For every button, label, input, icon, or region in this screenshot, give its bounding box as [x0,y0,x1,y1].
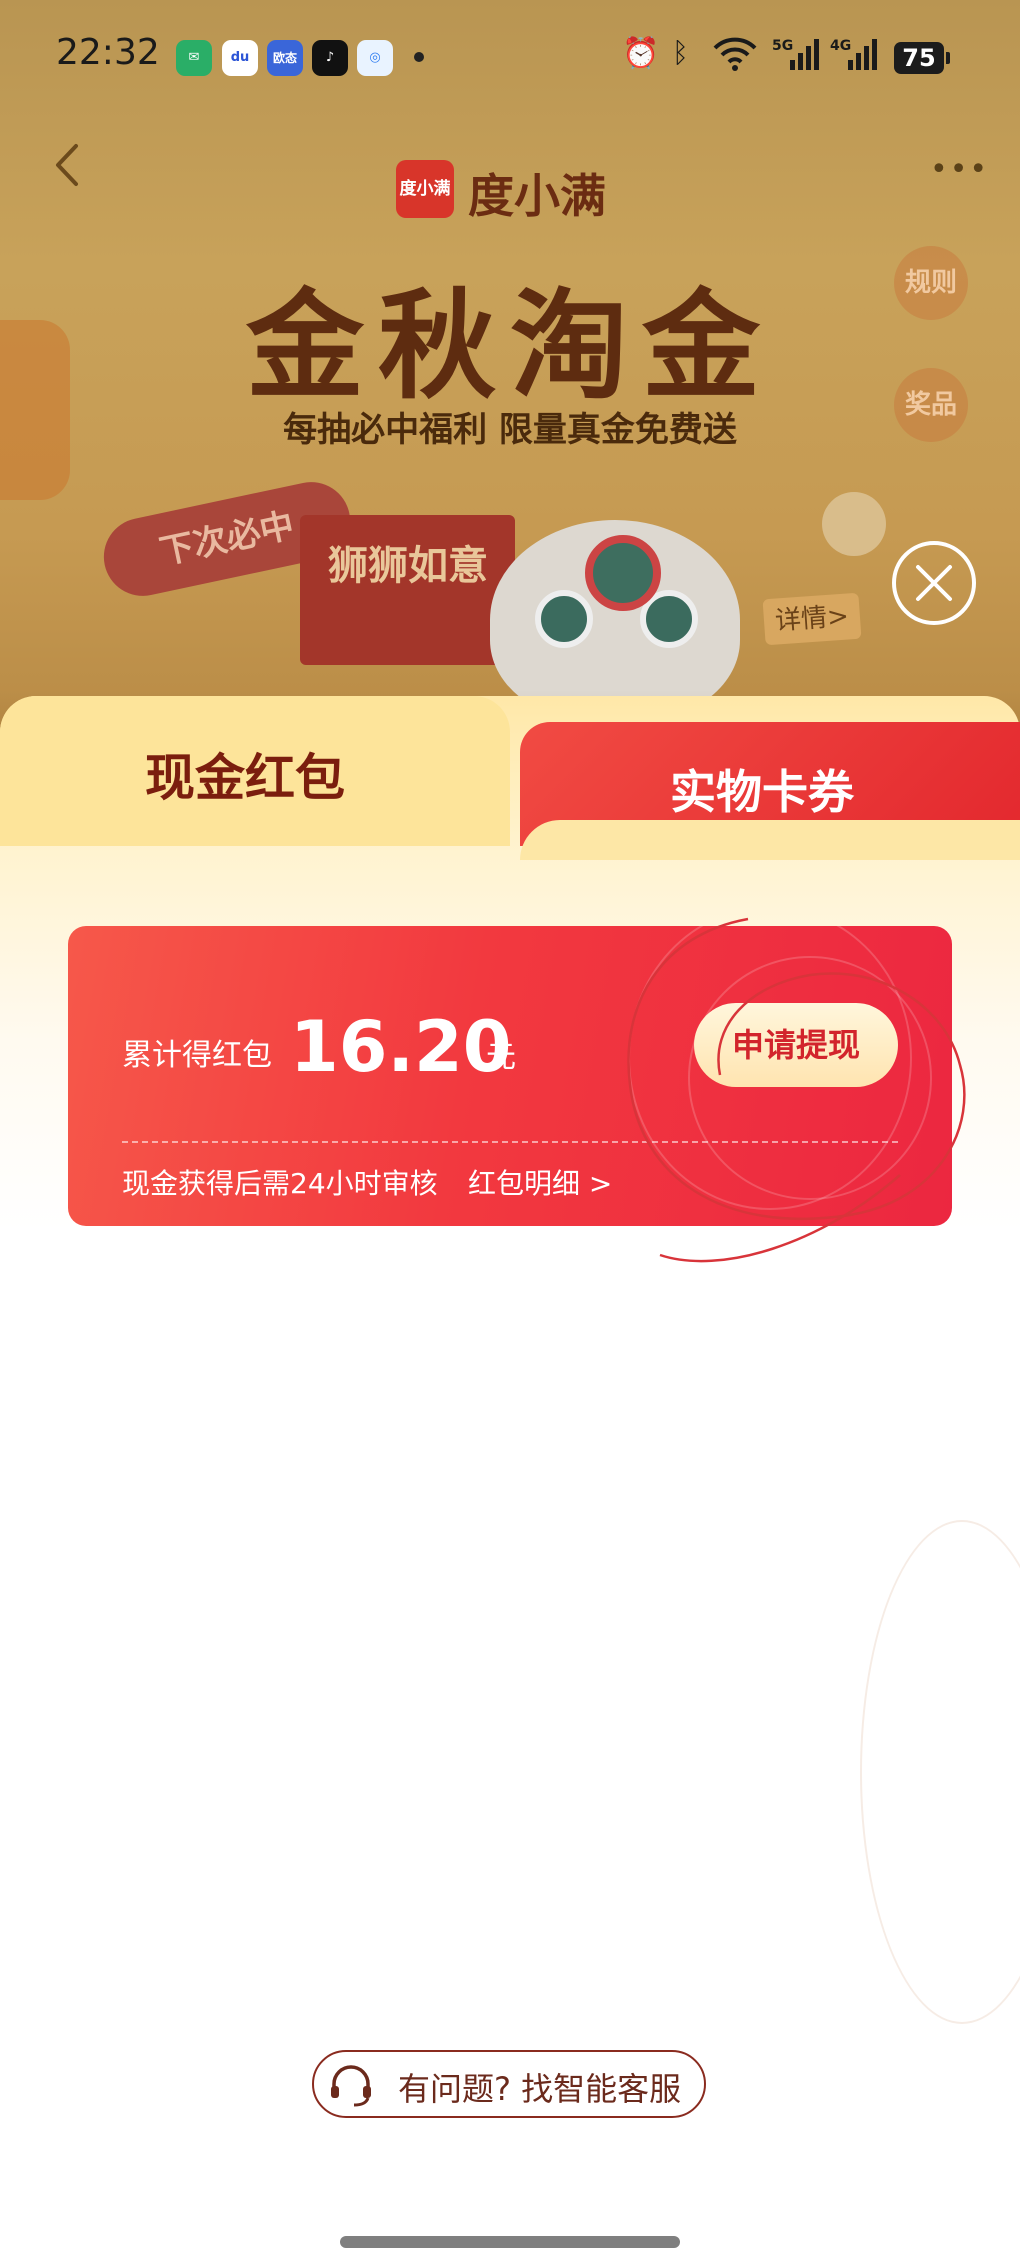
back-button[interactable] [48,140,88,190]
bluetooth-icon: ᛒ [672,36,689,69]
campaign-title: 金秋淘金 [245,276,774,415]
signal-4g-icon [840,36,880,80]
gift-box-text: 狮狮如意 [328,542,488,589]
wechat-icon: ✉ [176,40,212,76]
battery-indicator: 75 [894,42,950,74]
status-time: 22:32 [56,32,160,73]
amount-unit: 元 [486,1040,516,1075]
close-icon [916,565,952,601]
signal-5g-icon [782,36,822,80]
alarm-icon: ⏰ [622,36,660,71]
tiktok-icon: ♪ [312,40,348,76]
wifi-icon [712,36,758,80]
customer-service-label: 有问题? 找智能客服 [398,2070,682,2108]
cumulative-label: 累计得红包 [122,1038,272,1073]
tab-label-cash[interactable]: 现金红包 [145,738,345,810]
card-divider [122,1141,898,1143]
tab-inactive-base [520,820,1020,860]
more-notifications-dot [414,52,424,62]
customer-service-button[interactable]: 有问题? 找智能客服 [312,2050,706,2118]
lion-eye-left [535,590,593,648]
brand-name: 度小满 [468,170,606,222]
details-link[interactable]: 详情> [762,592,862,646]
lion-crown [585,535,661,611]
headset-icon [331,2065,371,2107]
browser-icon: ◎ [357,40,393,76]
decor-coin [822,492,886,556]
brand-logo: 度小满 [396,160,454,218]
home-indicator[interactable] [340,2236,680,2248]
tab-label-physical[interactable]: 实物卡券 [670,756,854,822]
rules-button[interactable]: 规则 [894,246,968,320]
oritai-icon: 欧态 [267,40,303,76]
campaign-subtitle: 每抽必中福利 限量真金免费送 [283,410,737,450]
redpacket-detail-link[interactable]: 红包明细 > [468,1162,612,1202]
baidu-icon: du [222,40,258,76]
status-bar: 22:32 ✉ du 欧态 ♪ ◎ ⏰ ᛒ 5G 4G 75 [0,0,1020,120]
close-button[interactable] [892,541,976,625]
more-options-button[interactable]: ••• [930,152,989,187]
chevron-left-icon [56,144,78,186]
redpacket-amount: 16.20 [290,1006,512,1088]
prizes-button[interactable]: 奖品 [894,368,968,442]
review-note: 现金获得后需24小时审核 [122,1167,438,1200]
withdraw-button[interactable]: 申请提现 [694,1003,898,1087]
